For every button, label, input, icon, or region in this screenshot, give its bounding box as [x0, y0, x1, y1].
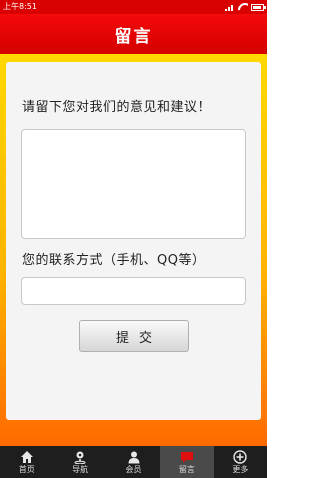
feedback-prompt-label: 请留下您对我们的意见和建议！ — [22, 100, 212, 115]
contact-input[interactable] — [21, 277, 246, 305]
message-textarea[interactable] — [21, 129, 246, 239]
status-icons — [225, 3, 266, 11]
nav-item-message[interactable]: 留言 — [160, 446, 214, 478]
signal-icon — [225, 3, 235, 11]
navigation-icon — [74, 451, 86, 464]
home-icon — [20, 450, 33, 463]
title-bar: 留言 — [0, 14, 267, 54]
nav-item-member[interactable]: 会员 — [107, 446, 160, 478]
bottom-nav: 首页 导航 会员 留言 更多 — [0, 446, 267, 478]
nav-item-navigation[interactable]: 导航 — [53, 446, 106, 478]
nav-label-more: 更多 — [232, 464, 249, 474]
form-panel — [6, 62, 261, 420]
nav-item-more[interactable]: 更多 — [214, 446, 267, 478]
contact-label: 您的联系方式（手机、QQ等） — [22, 253, 206, 268]
nav-label-message: 留言 — [178, 464, 195, 474]
submit-button[interactable]: 提交 — [79, 320, 189, 352]
page-title: 留言 — [114, 26, 153, 47]
status-bar: 上午8:51 — [0, 0, 267, 14]
nav-label-member: 会员 — [125, 464, 142, 474]
nav-label-home: 首页 — [18, 464, 35, 474]
status-time: 上午8:51 — [3, 2, 37, 11]
nav-label-navigation: 导航 — [72, 464, 89, 474]
member-icon — [128, 451, 140, 463]
nav-item-home[interactable]: 首页 — [0, 446, 53, 478]
more-icon — [233, 449, 248, 464]
wifi-icon — [238, 3, 248, 11]
battery-icon — [251, 3, 266, 11]
message-icon — [180, 451, 193, 463]
